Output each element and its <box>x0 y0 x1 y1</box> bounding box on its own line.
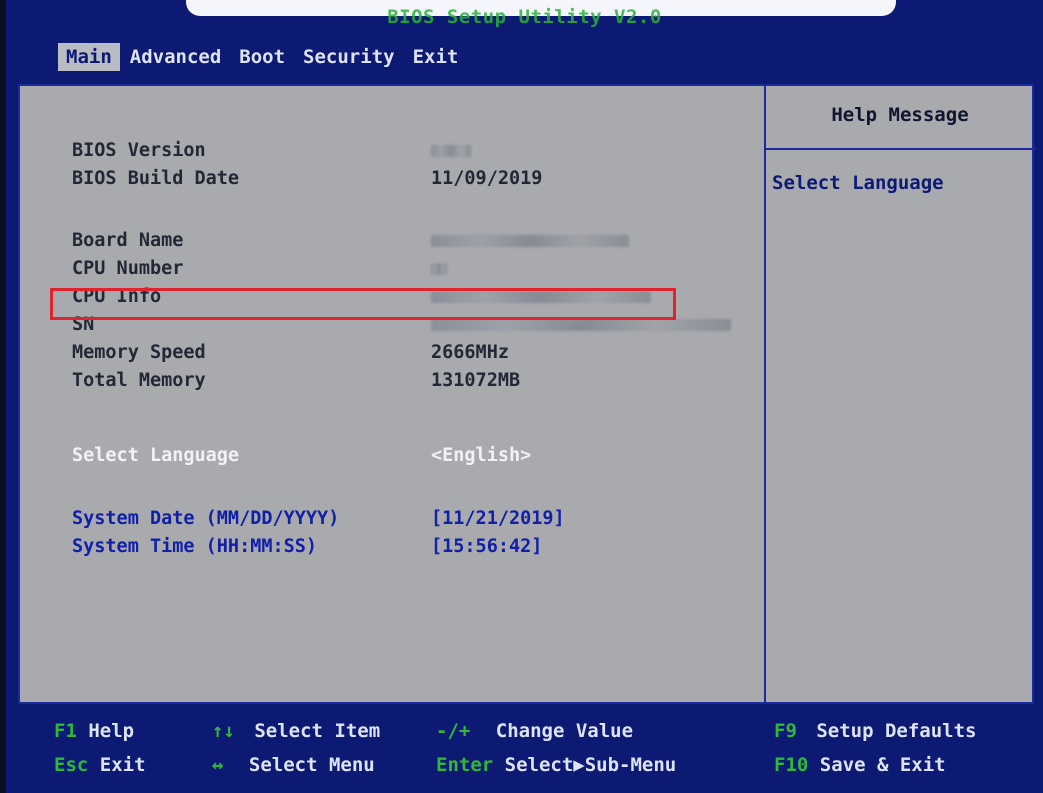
system-date-label[interactable]: System Date (MM/DD/YYYY) <box>72 506 339 532</box>
redacted-value <box>431 263 447 275</box>
panel-divider <box>764 86 766 702</box>
select-language-label[interactable]: Select Language <box>72 443 239 469</box>
legend-f10-text: Save & Exit <box>819 754 946 776</box>
redacted-value <box>431 235 629 247</box>
bios-build-date-label: BIOS Build Date <box>72 168 240 189</box>
cpu-number-value <box>431 256 447 283</box>
help-text: Select Language <box>772 172 944 194</box>
redacted-value <box>431 319 731 331</box>
legend-enter-text: Select▶Sub-Menu <box>504 754 677 776</box>
key-f10: F10 <box>774 754 809 776</box>
tab-main[interactable]: Main <box>58 43 120 71</box>
legend-f9: F9 Setup Defaults <box>774 720 977 742</box>
window-title: BIOS Setup Utility V2.0 <box>387 6 662 28</box>
key-minus-plus: -/+ <box>436 720 471 742</box>
cpu-info-highlight-box <box>50 288 676 320</box>
tab-security[interactable]: Security <box>295 43 403 71</box>
tab-bar: Main Advanced Boot Security Exit <box>58 43 468 71</box>
total-memory-label: Total Memory <box>72 370 206 391</box>
tab-exit[interactable]: Exit <box>405 43 467 71</box>
memory-speed-value: 2666MHz <box>431 342 509 363</box>
bios-screen: BIOS Setup Utility V2.0 Main Advanced Bo… <box>6 0 1043 793</box>
board-name-value <box>431 228 629 255</box>
legend-select-menu: ↔ Select Menu <box>212 754 375 776</box>
key-up-down-arrows: ↑↓ <box>212 720 235 742</box>
bios-build-date-value: 11/09/2019 <box>431 168 543 189</box>
legend-change-value: -/+ Change Value <box>436 720 633 742</box>
total-memory-value: 131072MB <box>431 370 521 391</box>
redacted-value <box>431 145 471 157</box>
legend-select-item: ↑↓ Select Item <box>212 720 380 742</box>
board-name-label: Board Name <box>72 230 184 251</box>
legend-f1: F1 Help <box>54 720 134 742</box>
system-date-value[interactable]: [11/21/2019] <box>431 506 565 532</box>
key-left-right-arrows: ↔ <box>212 754 224 776</box>
help-header: Help Message <box>831 104 969 126</box>
system-time-value[interactable]: [15:56:42] <box>431 534 542 560</box>
key-f9: F9 <box>774 720 797 742</box>
cpu-number-label: CPU Number <box>72 258 184 279</box>
legend-f10: F10 Save & Exit <box>774 754 946 776</box>
key-enter: Enter <box>436 754 494 776</box>
help-divider <box>766 148 1036 150</box>
legend-enter: Enter Select▶Sub-Menu <box>436 754 676 776</box>
legend-f9-text: Setup Defaults <box>816 720 977 742</box>
legend-select-menu-text: Select Menu <box>248 754 375 776</box>
select-language-value[interactable]: <English> <box>431 443 531 469</box>
tab-boot[interactable]: Boot <box>231 43 293 71</box>
bios-version-value <box>431 138 471 165</box>
tab-advanced[interactable]: Advanced <box>122 43 230 71</box>
key-esc: Esc <box>54 754 89 776</box>
system-time-label[interactable]: System Time (HH:MM:SS) <box>72 534 317 560</box>
legend-esc: Esc Exit <box>54 754 146 776</box>
legend-change-value-text: Change Value <box>495 720 634 742</box>
legend-select-item-text: Select Item <box>254 720 381 742</box>
main-panel: Help Message Select Language BIOS Versio… <box>18 84 1036 704</box>
legend-f1-text: Help <box>88 720 135 742</box>
key-legend: F1 Help ↑↓ Select Item -/+ Change Value … <box>6 710 1043 793</box>
bios-version-label: BIOS Version <box>72 140 206 161</box>
memory-speed-label: Memory Speed <box>72 342 206 363</box>
legend-esc-text: Exit <box>99 754 146 776</box>
key-f1: F1 <box>54 720 77 742</box>
